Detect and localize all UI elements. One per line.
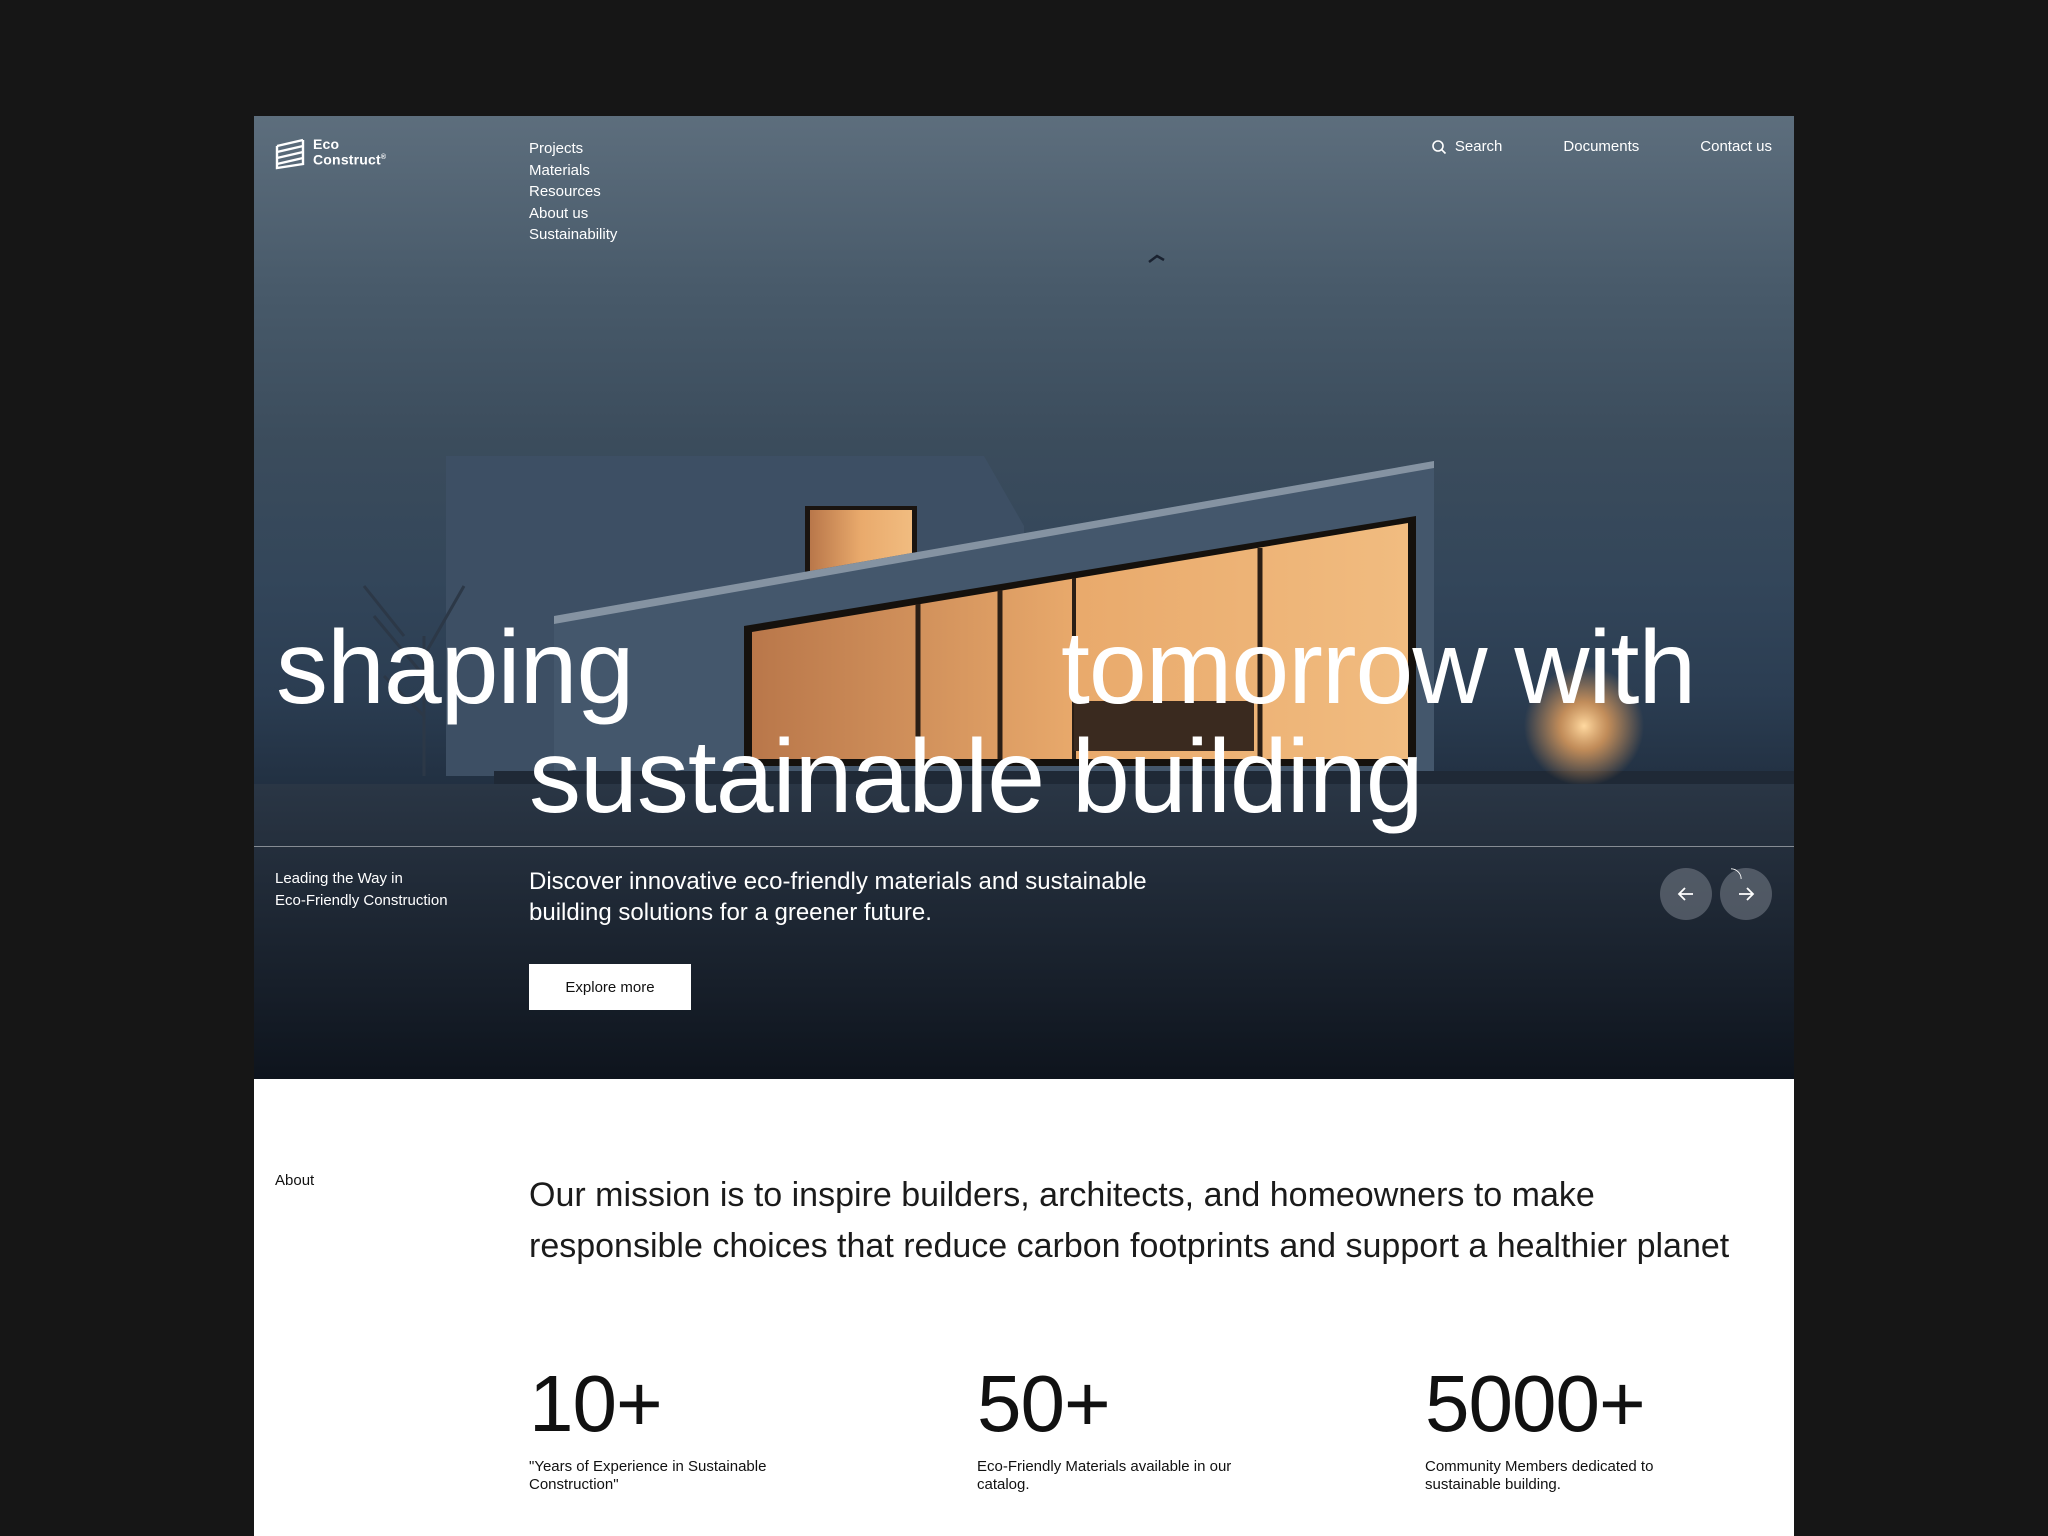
stat-caption: "Years of Experience in Sustainable Cons… <box>529 1458 767 1493</box>
nav-item-resources[interactable]: Resources <box>529 181 617 203</box>
arrow-left-icon <box>1677 887 1693 901</box>
about-section-label: About <box>275 1172 315 1189</box>
hero-tagline: Leading the Way in Eco-Friendly Construc… <box>275 870 448 909</box>
main-nav: Projects Materials Resources About us Su… <box>529 138 617 246</box>
slide-progress-ring <box>1730 868 1742 880</box>
headline-word-tomorrow: tomorrow with <box>1061 610 1696 726</box>
hero-section: Eco Construct® Projects Materials Resour… <box>254 116 1794 1079</box>
explore-more-button[interactable]: Explore more <box>529 964 691 1010</box>
headline-line-sustainable: sustainable building <box>529 719 1424 835</box>
brand-logo[interactable]: Eco Construct® <box>275 136 387 170</box>
search-label: Search <box>1454 138 1503 155</box>
stat-value: 10+ <box>529 1359 663 1448</box>
nav-item-about-us[interactable]: About us <box>529 203 617 225</box>
top-nav: Search Documents Contact us <box>1431 138 1772 155</box>
page: Eco Construct® Projects Materials Resour… <box>254 116 1794 1536</box>
hero-divider <box>254 846 1794 847</box>
nav-item-sustainability[interactable]: Sustainability <box>529 224 617 246</box>
headline-word-shaping: shaping <box>276 610 634 726</box>
stat-materials: 50+ Eco-Friendly Materials available in … <box>977 1364 1277 1494</box>
slider-prev-button[interactable] <box>1660 868 1712 920</box>
hero-house-image <box>254 254 1794 1079</box>
brand-line2: Construct <box>313 151 381 168</box>
brand-mark: ® <box>380 154 387 161</box>
nav-item-projects[interactable]: Projects <box>529 138 617 160</box>
contact-link[interactable]: Contact us <box>1700 138 1772 155</box>
nav-item-materials[interactable]: Materials <box>529 160 617 182</box>
mission-statement: Our mission is to inspire builders, arch… <box>529 1176 1730 1265</box>
search-button[interactable]: Search <box>1431 138 1503 155</box>
stat-value: 50+ <box>977 1359 1111 1448</box>
slider-next-button[interactable] <box>1720 868 1772 920</box>
brand-line1: Eco <box>313 136 340 152</box>
hero-description: Discover innovative eco-friendly materia… <box>529 868 1147 926</box>
stat-caption: Eco-Friendly Materials available in our … <box>977 1458 1232 1493</box>
stat-caption: Community Members dedicated to sustainab… <box>1425 1458 1654 1493</box>
stacked-layers-logo-icon <box>275 138 305 170</box>
documents-link[interactable]: Documents <box>1563 138 1639 155</box>
stat-community: 5000+ Community Members dedicated to sus… <box>1425 1364 1725 1494</box>
stat-value: 5000+ <box>1425 1359 1646 1448</box>
search-icon <box>1432 139 1446 154</box>
stat-years: 10+ "Years of Experience in Sustainable … <box>529 1364 829 1494</box>
